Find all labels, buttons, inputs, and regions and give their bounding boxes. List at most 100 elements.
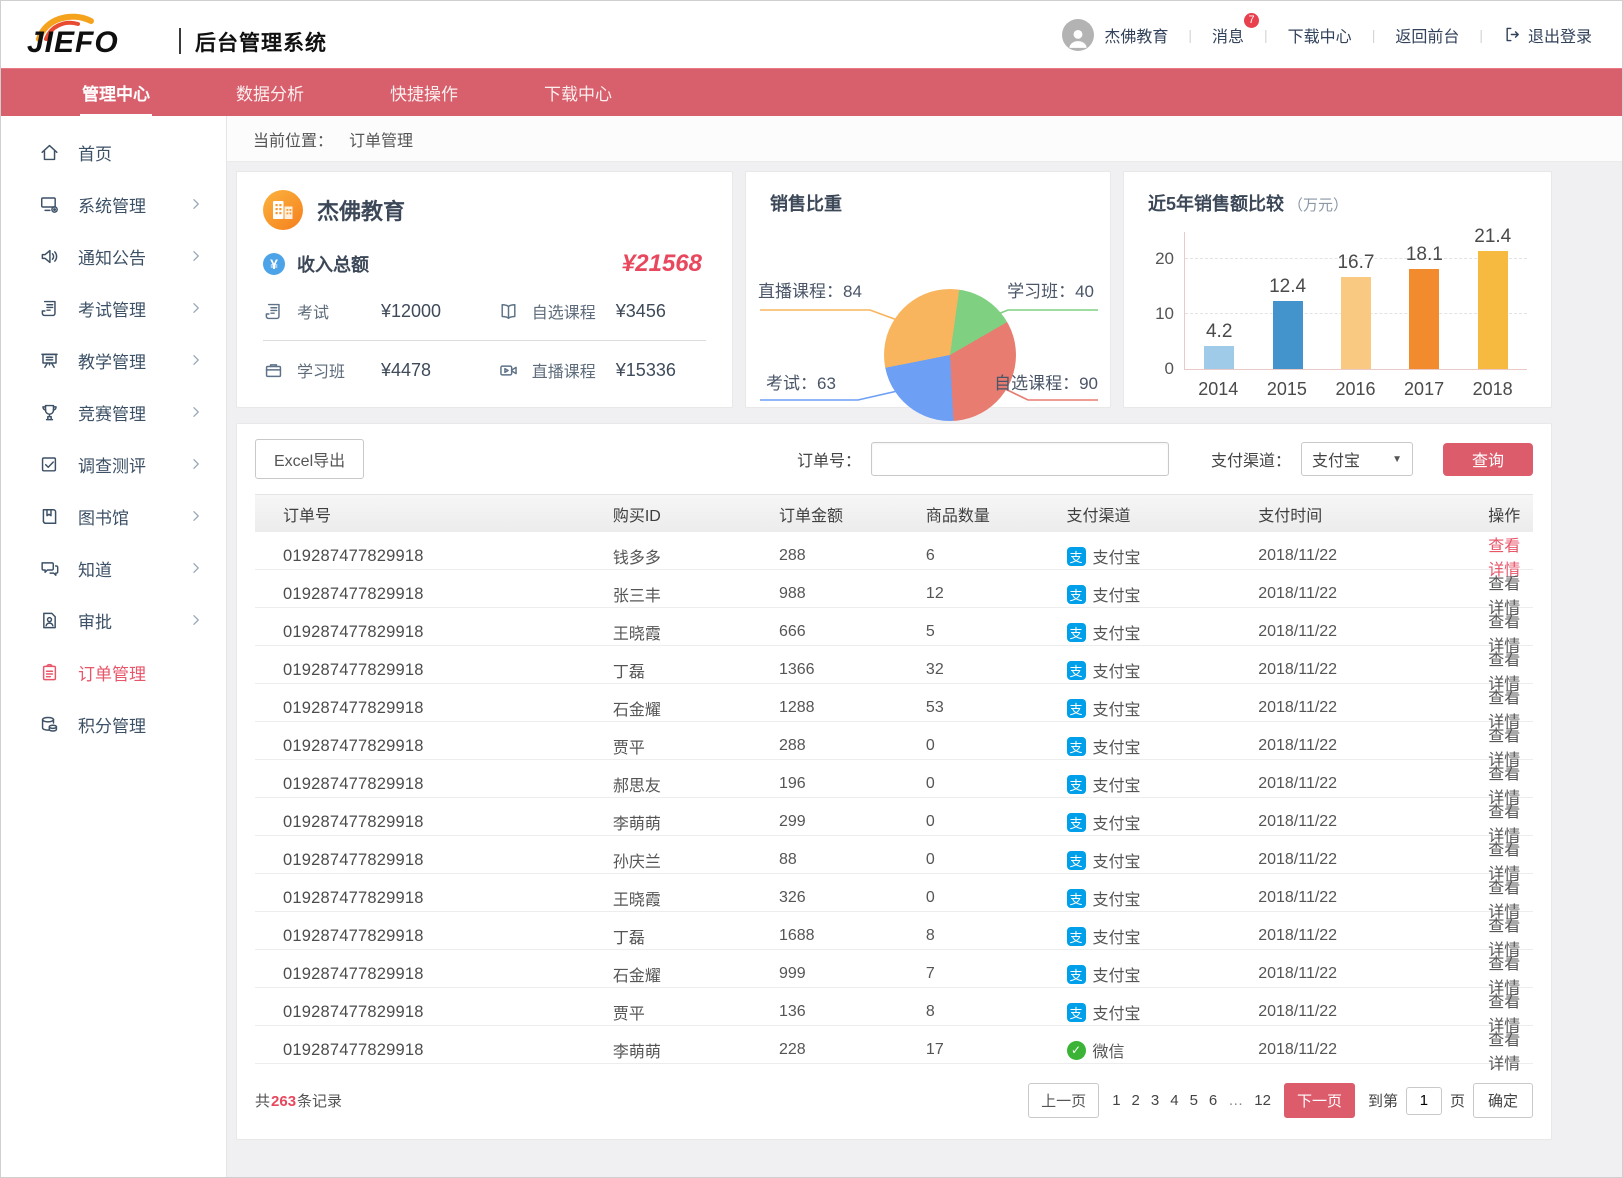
- wechat-icon: ✓: [1067, 1041, 1086, 1060]
- sidebar-item[interactable]: 积分管理: [1, 698, 226, 750]
- download-center-link[interactable]: 下载中心: [1288, 23, 1352, 47]
- logo-divider: [179, 28, 181, 54]
- confirm-page-button[interactable]: 确定: [1473, 1083, 1533, 1118]
- topbar: JIEFO 后台管理系统 杰佛教育 | 消息 7 | 下载中心 | 返回前台 |…: [1, 1, 1622, 68]
- cell-time: 2018/11/22: [1258, 851, 1488, 869]
- sidebar-item[interactable]: 知道: [1, 542, 226, 594]
- cell-qty: 8: [926, 927, 1067, 945]
- divider: |: [1479, 27, 1483, 43]
- sidebar-item[interactable]: 订单管理: [1, 646, 226, 698]
- orders-table-card: Excel导出 订单号： 支付渠道： 支付宝 ▼ 查询 订单号购买ID订单金额商…: [236, 423, 1552, 1140]
- page-number[interactable]: 1: [1112, 1092, 1120, 1109]
- library-icon: [39, 505, 63, 527]
- cell-buyer: 丁磊: [613, 924, 779, 948]
- bar: 16.7: [1325, 252, 1387, 369]
- pie-slice-label: 考试：63: [766, 369, 836, 394]
- logo: JIEFO 后台管理系统: [27, 8, 327, 62]
- bar: 12.4: [1257, 276, 1319, 369]
- back-to-front-link[interactable]: 返回前台: [1395, 23, 1459, 47]
- alipay-icon: 支: [1067, 737, 1086, 756]
- prev-page-button[interactable]: 上一页: [1028, 1083, 1099, 1118]
- table-row: 019287477829918 李萌萌 228 17 ✓ 微信 2018/11/…: [255, 1026, 1533, 1064]
- bar-value-label: 16.7: [1337, 252, 1374, 274]
- sidebar-item[interactable]: 考试管理: [1, 282, 226, 334]
- page-number[interactable]: 12: [1254, 1092, 1271, 1109]
- column-header: 支付时间: [1258, 502, 1488, 526]
- view-detail-link[interactable]: 查看详情: [1488, 1032, 1520, 1073]
- search-button[interactable]: 查询: [1443, 443, 1533, 476]
- nav-tab-3[interactable]: 下载中心: [542, 76, 614, 109]
- sidebar-item[interactable]: 调查测评: [1, 438, 226, 490]
- cell-time: 2018/11/22: [1258, 965, 1488, 983]
- table-row: 019287477829918 王晓霞 666 5 支 支付宝 2018/11/…: [255, 608, 1533, 646]
- pagination: 上一页 123456…12 下一页 到第 页 确定: [1028, 1083, 1533, 1118]
- page-number[interactable]: 2: [1132, 1092, 1140, 1109]
- sidebar-item[interactable]: 通知公告: [1, 230, 226, 282]
- cell-amount: 1288: [779, 699, 926, 717]
- cell-order-no: 019287477829918: [255, 585, 613, 604]
- caret-down-icon: ▼: [1392, 454, 1402, 465]
- table-row: 019287477829918 丁磊 1688 8 支 支付宝 2018/11/…: [255, 912, 1533, 950]
- table-row: 019287477829918 郝思友 196 0 支 支付宝 2018/11/…: [255, 760, 1533, 798]
- pie-chart-title: 销售比重: [756, 190, 1100, 216]
- sidebar-item[interactable]: 系统管理: [1, 178, 226, 230]
- cell-time: 2018/11/22: [1258, 547, 1488, 565]
- teaching-icon: [39, 349, 63, 371]
- alipay-icon: 支: [1067, 699, 1086, 718]
- sidebar-item[interactable]: 教学管理: [1, 334, 226, 386]
- messages-link[interactable]: 消息 7: [1212, 23, 1244, 47]
- avatar[interactable]: [1062, 19, 1094, 51]
- sidebar-item[interactable]: 审批: [1, 594, 226, 646]
- table-row: 019287477829918 石金耀 1288 53 支 支付宝 2018/1…: [255, 684, 1533, 722]
- page-number[interactable]: 4: [1170, 1092, 1178, 1109]
- notice-icon: [39, 245, 63, 267]
- table-row: 019287477829918 张三丰 988 12 支 支付宝 2018/11…: [255, 570, 1533, 608]
- exam-icon: [39, 297, 63, 319]
- cell-channel: 支 支付宝: [1067, 734, 1259, 758]
- table-row: 019287477829918 钱多多 288 6 支 支付宝 2018/11/…: [255, 532, 1533, 570]
- topbar-menu: 杰佛教育 | 消息 7 | 下载中心 | 返回前台 | 退出登录: [1062, 19, 1592, 51]
- order-icon: [39, 661, 63, 683]
- page-number[interactable]: 6: [1209, 1092, 1217, 1109]
- user-name[interactable]: 杰佛教育: [1104, 23, 1168, 47]
- cell-time: 2018/11/22: [1258, 775, 1488, 793]
- cell-qty: 32: [926, 661, 1067, 679]
- nav-tab-1[interactable]: 数据分析: [234, 76, 306, 109]
- pie-slice-label: 自选课程：90: [994, 369, 1098, 394]
- chevron-right-icon: [188, 196, 204, 212]
- logo-mark: JIEFO: [27, 8, 165, 62]
- nav-tab-0[interactable]: 管理中心: [80, 76, 152, 109]
- pay-channel-select[interactable]: 支付宝 ▼: [1301, 442, 1413, 476]
- logout-link[interactable]: 退出登录: [1503, 23, 1592, 47]
- cell-amount: 88: [779, 851, 926, 869]
- page-number[interactable]: 5: [1190, 1092, 1198, 1109]
- cell-qty: 0: [926, 851, 1067, 869]
- income-total-value: ¥21568: [622, 250, 706, 278]
- sidebar-item[interactable]: 首页: [1, 126, 226, 178]
- chevron-right-icon: [188, 352, 204, 368]
- survey-icon: [39, 453, 63, 475]
- goto-page-input[interactable]: [1406, 1087, 1442, 1115]
- cell-amount: 288: [779, 737, 926, 755]
- cell-amount: 136: [779, 1003, 926, 1021]
- cell-channel: 支 支付宝: [1067, 962, 1259, 986]
- cell-order-no: 019287477829918: [255, 965, 613, 984]
- x-axis-label: 2016: [1324, 379, 1386, 400]
- cell-channel: 支 支付宝: [1067, 620, 1259, 644]
- order-no-input[interactable]: [871, 442, 1169, 476]
- cell-buyer: 贾平: [613, 734, 779, 758]
- excel-export-button[interactable]: Excel导出: [255, 439, 364, 479]
- cell-order-no: 019287477829918: [255, 851, 613, 870]
- sidebar-item[interactable]: 竞赛管理: [1, 386, 226, 438]
- orders-table: 订单号购买ID订单金额商品数量支付渠道支付时间操作 01928747782991…: [237, 494, 1551, 1064]
- sidebar-item[interactable]: 图书馆: [1, 490, 226, 542]
- nav-tab-2[interactable]: 快捷操作: [388, 76, 460, 109]
- cell-time: 2018/11/22: [1258, 927, 1488, 945]
- alipay-icon: 支: [1067, 851, 1086, 870]
- chevron-right-icon: [188, 612, 204, 628]
- y-axis-tick: 0: [1165, 359, 1174, 379]
- cell-buyer: 王晓霞: [613, 620, 779, 644]
- next-page-button[interactable]: 下一页: [1284, 1083, 1355, 1118]
- bar-chart: 01020 4.2 12.4 16.7 18.1 21.4: [1148, 232, 1527, 370]
- page-number[interactable]: 3: [1151, 1092, 1159, 1109]
